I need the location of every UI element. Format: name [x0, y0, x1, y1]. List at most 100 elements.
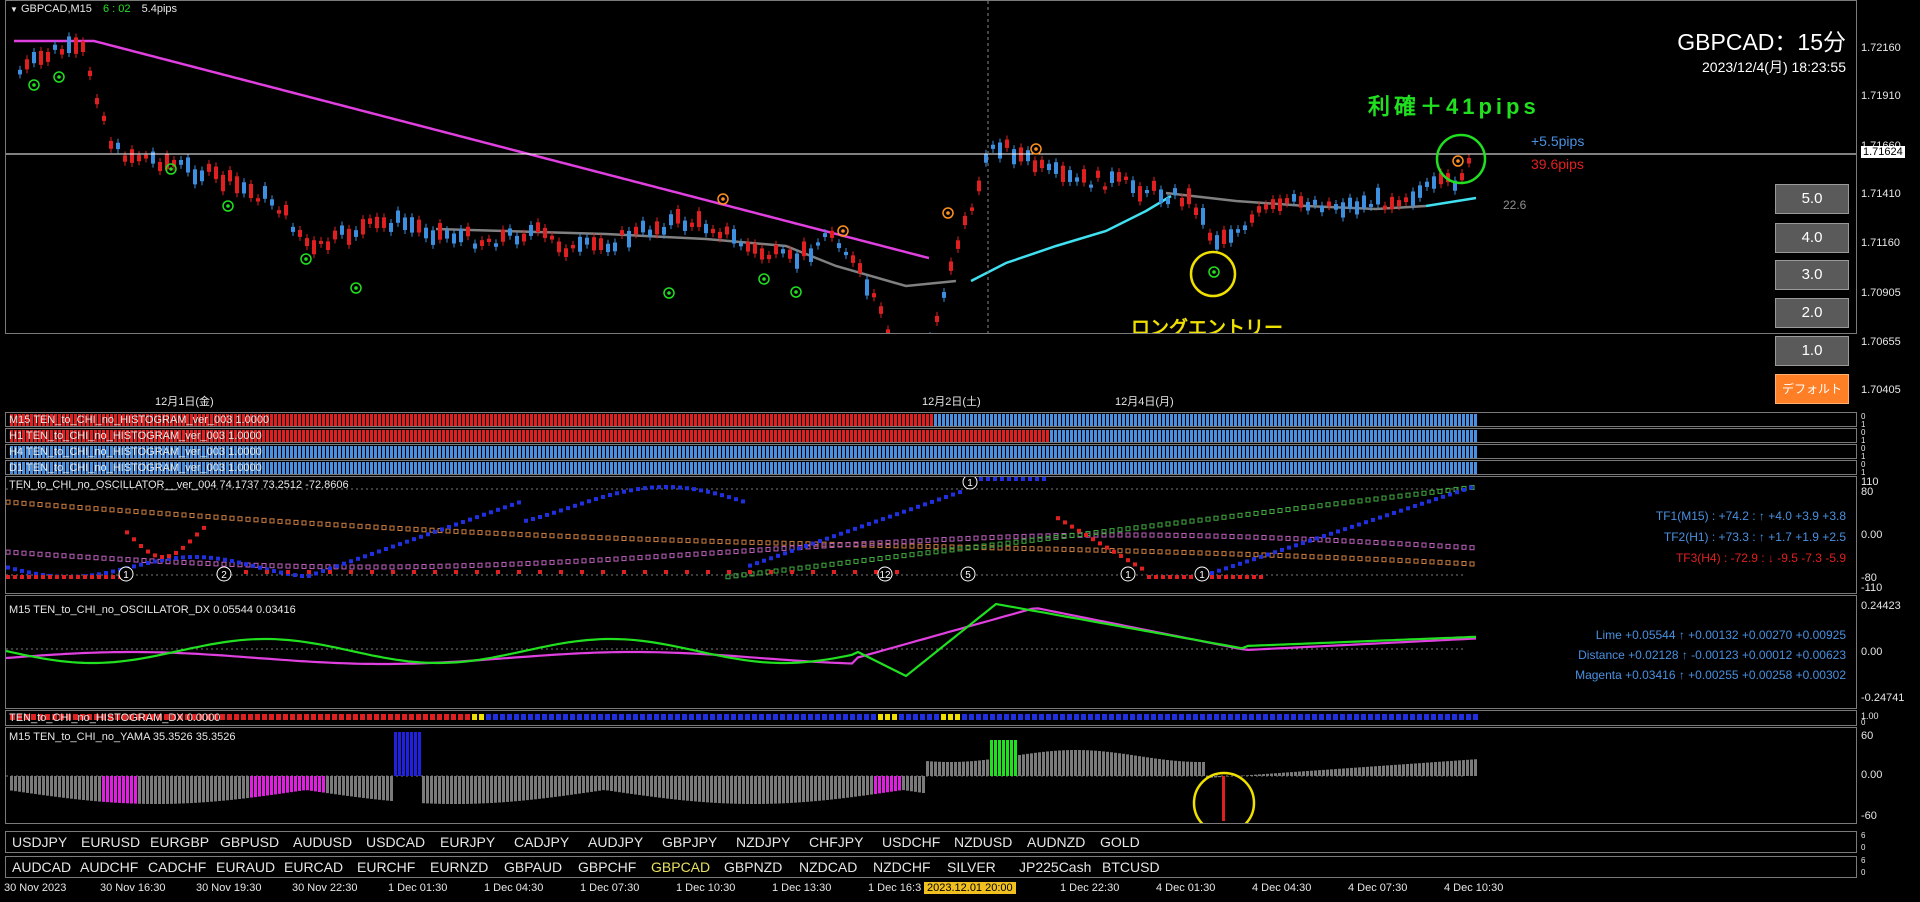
candle-body — [522, 233, 526, 242]
histogram-bar — [798, 414, 801, 426]
histogram-bar — [1326, 446, 1329, 458]
symbol-button[interactable]: EURGBP — [150, 834, 209, 850]
symbol-button[interactable]: GBPCHF — [578, 859, 636, 875]
symbol-button[interactable]: NZDCAD — [799, 859, 857, 875]
osc-orange-dot — [37, 502, 43, 508]
histogram-bar — [838, 430, 841, 442]
symbol-button[interactable]: USDJPY — [12, 834, 67, 850]
osc-blue-dot — [1294, 543, 1298, 548]
histogram-bar — [734, 414, 737, 426]
candle-body — [627, 230, 631, 248]
histogram-bar — [842, 430, 845, 442]
osc-red-dot — [727, 570, 731, 574]
histogram-bar — [1154, 430, 1157, 442]
symbol-button[interactable]: AUDNZD — [1027, 834, 1085, 850]
histogram-bar — [1018, 462, 1021, 474]
osc-orange-dot — [933, 544, 939, 550]
yama-tick: 60 — [1861, 730, 1874, 742]
yama-bar — [1414, 763, 1417, 776]
symbol-button[interactable]: GBPNZD — [724, 859, 782, 875]
scale-button-1[interactable]: 1.0 — [1775, 336, 1849, 366]
symbol-button[interactable]: AUDJPY — [588, 834, 643, 850]
histogram-bar — [970, 414, 973, 426]
osc-blue-dot — [720, 493, 724, 498]
symbol-button[interactable]: CADCHF — [148, 859, 206, 875]
hist-dx-block — [1165, 714, 1170, 720]
histogram-bar — [306, 446, 309, 458]
price-axis[interactable]: 1.72160 1.71910 1.71660 1.71410 1.71160 … — [1857, 0, 1920, 902]
scale-button-2[interactable]: 2.0 — [1775, 298, 1849, 328]
default-button[interactable]: デフォルト — [1775, 374, 1849, 404]
osc-green-dot — [1197, 517, 1203, 523]
yama-bar — [458, 776, 461, 804]
candle-body — [1313, 199, 1317, 205]
histogram-bar — [502, 430, 505, 442]
symbol-button[interactable]: AUDCHF — [80, 859, 138, 875]
symbol-button[interactable]: NZDJPY — [736, 834, 790, 850]
histogram-bar — [462, 430, 465, 442]
price-chart-pane[interactable]: ▼ GBPCAD,M15 6 : 02 5.4pips GBPCAD：15分 2… — [5, 0, 1857, 334]
symbol-button[interactable]: NZDUSD — [954, 834, 1012, 850]
osc-orange-dot — [621, 535, 627, 541]
scale-button-4[interactable]: 4.0 — [1775, 223, 1849, 253]
yama-bar — [590, 776, 593, 792]
oscillator-pane[interactable]: 1 2 12 5 1 1 1 TEN_to_CHI_no_OSCILLATOR__ver_0… — [5, 476, 1857, 594]
histogram-bar — [1246, 430, 1249, 442]
symbol-button[interactable]: BTCUSD — [1102, 859, 1160, 875]
osc-orange-dot — [469, 529, 475, 535]
candle-body — [466, 226, 470, 237]
histogram-bar — [1250, 414, 1253, 426]
hist-dx-block — [402, 714, 407, 720]
histogram-bar — [806, 430, 809, 442]
yama-pane[interactable]: M15 TEN_to_CHI_no_YAMA 35.3526 35.3526 — [5, 727, 1857, 824]
osc-blue-dot — [1434, 497, 1438, 502]
symbol-button[interactable]: AUDUSD — [293, 834, 352, 850]
hist-dx-block — [668, 714, 673, 720]
scale-button-5[interactable]: 5.0 — [1775, 184, 1849, 214]
header-dropdown-icon[interactable]: ▼ — [10, 5, 18, 14]
candle-body — [130, 149, 134, 163]
osc-orange-dot — [1389, 557, 1395, 563]
scale-button-3[interactable]: 3.0 — [1775, 260, 1849, 290]
osc-green-dot — [861, 557, 867, 563]
symbol-button[interactable]: GBPJPY — [662, 834, 717, 850]
symbol-button[interactable]: USDCAD — [366, 834, 425, 850]
symbol-button[interactable]: GBPUSD — [220, 834, 279, 850]
symbol-button[interactable]: USDCHF — [882, 834, 940, 850]
histogram-bar — [310, 414, 313, 426]
symbol-button[interactable]: CHFJPY — [809, 834, 863, 850]
osc-magenta-dot — [1189, 533, 1195, 539]
symbol-button[interactable]: EURCAD — [284, 859, 343, 875]
osc-tf3: TF3(H4) : -72.9 : ↓ -9.5 -7.3 -5.9 — [1675, 551, 1846, 565]
yama-bar — [978, 760, 981, 776]
symbol-button[interactable]: GBPAUD — [504, 859, 562, 875]
symbol-button[interactable]: EURNZD — [430, 859, 488, 875]
hist-dx-block — [1172, 714, 1177, 720]
symbol-button[interactable]: AUDCAD — [12, 859, 71, 875]
histogram-bar — [366, 446, 369, 458]
histogram-bar — [682, 430, 685, 442]
histogram-bar — [802, 414, 805, 426]
symbol-button[interactable]: EURAUD — [216, 859, 275, 875]
symbol-button[interactable]: EURCHF — [357, 859, 415, 875]
histogram-bar — [726, 414, 729, 426]
dx-pane[interactable]: M15 TEN_to_CHI_no_OSCILLATOR_DX 0.05544 … — [5, 595, 1857, 709]
time-axis-label: 4 Dec 07:30 — [1348, 882, 1408, 894]
symbol-button[interactable]: EURUSD — [81, 834, 140, 850]
histogram-bar — [1030, 414, 1033, 426]
histogram-bar — [570, 430, 573, 442]
symbol-button[interactable]: GOLD — [1100, 834, 1140, 850]
symbol-button[interactable]: GBPCAD — [651, 859, 710, 875]
symbol-button[interactable]: NZDCHF — [873, 859, 931, 875]
symbol-button[interactable]: SILVER — [947, 859, 996, 875]
osc-blue-dot — [356, 556, 360, 561]
symbol-button[interactable]: EURJPY — [440, 834, 495, 850]
symbol-button[interactable]: JP225Cash — [1019, 859, 1091, 875]
histogram-bar — [338, 446, 341, 458]
osc-blue-dot — [419, 534, 423, 539]
osc-magenta-dot — [6, 549, 11, 555]
osc-orange-dot — [1333, 555, 1339, 561]
symbol-button[interactable]: CADJPY — [514, 834, 569, 850]
hist-dx-block — [696, 714, 701, 720]
yama-bar — [950, 761, 953, 776]
